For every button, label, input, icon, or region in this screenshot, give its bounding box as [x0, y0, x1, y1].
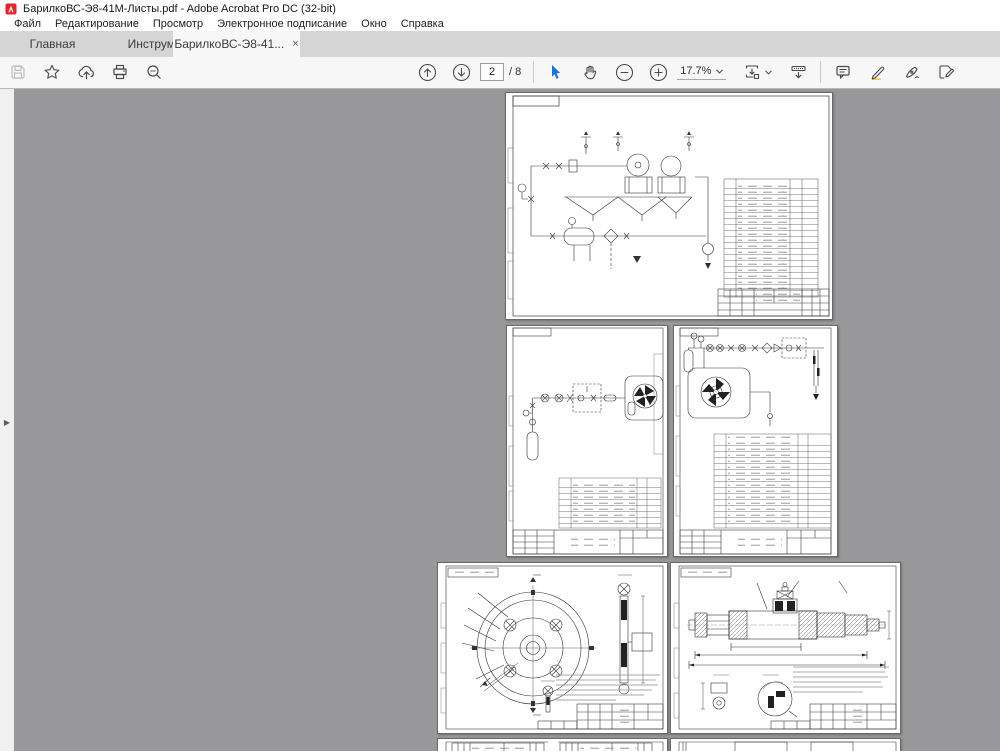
chevron-down-icon — [716, 69, 723, 74]
select-cursor-icon — [547, 63, 565, 81]
sign-button[interactable] — [901, 62, 921, 82]
pdf-page-2 — [505, 92, 833, 320]
pdf-page-3 — [506, 325, 668, 557]
page-fit-icon — [743, 63, 761, 81]
menubar: Файл Редактирование Просмотр Электронное… — [0, 17, 1000, 31]
cloud-upload-icon — [77, 63, 96, 81]
toolbar-divider — [820, 61, 821, 83]
toolbar-divider — [533, 61, 534, 83]
zoom-level-value: 17.7% — [680, 65, 711, 77]
edit-pdf-button[interactable] — [935, 62, 955, 82]
window-titlebar: БарилкоВС-Э8-41М-Листы.pdf - Adobe Acrob… — [0, 0, 1000, 17]
window-title: БарилкоВС-Э8-41М-Листы.pdf - Adobe Acrob… — [23, 3, 336, 15]
zoom-in-button[interactable] — [648, 62, 668, 82]
plus-circle-icon — [649, 63, 668, 82]
tab-home[interactable]: Главная — [0, 37, 105, 51]
search-icon — [145, 63, 163, 81]
engineering-drawing-shaft — [671, 563, 900, 733]
print-button[interactable] — [110, 62, 130, 82]
pdf-page-6 — [670, 562, 901, 734]
favorite-star-button[interactable] — [42, 62, 62, 82]
zoom-out-button[interactable] — [614, 62, 634, 82]
engineering-drawing-disc — [438, 563, 667, 733]
menu-help[interactable]: Справка — [394, 18, 451, 30]
main-toolbar: / 8 — [0, 57, 1000, 89]
save-icon — [9, 63, 27, 81]
page-total-label: / 8 — [509, 66, 521, 78]
comment-button[interactable] — [833, 62, 853, 82]
menu-edit[interactable]: Редактирование — [48, 18, 146, 30]
expand-navigation-pane-button[interactable]: ▶ — [2, 417, 12, 429]
share-upload-button[interactable] — [76, 62, 96, 82]
highlighter-pen-icon — [868, 63, 886, 81]
select-tool-button[interactable] — [546, 62, 566, 82]
menu-view[interactable]: Просмотр — [146, 18, 210, 30]
hand-icon — [581, 63, 599, 81]
engineering-drawing-scheme-3 — [674, 326, 837, 556]
minus-circle-icon — [615, 63, 634, 82]
engineering-drawing-scheme-2 — [507, 326, 667, 556]
pdf-page-8 — [670, 738, 901, 751]
engineering-drawing-scheme-1 — [506, 93, 832, 319]
tab-document[interactable]: БарилкоВС-Э8-41... × — [173, 31, 300, 57]
menu-window[interactable]: Окно — [354, 18, 394, 30]
printer-icon — [111, 63, 129, 81]
comment-bubble-icon — [834, 63, 852, 81]
hand-tool-button[interactable] — [580, 62, 600, 82]
pdf-page-4 — [673, 325, 838, 557]
document-viewport[interactable]: ▶ — [0, 89, 1000, 751]
save-button[interactable] — [8, 62, 28, 82]
next-page-button[interactable] — [451, 62, 471, 82]
star-icon — [43, 63, 61, 81]
specification-sheet-top — [438, 739, 667, 751]
pdf-page-5 — [437, 562, 668, 734]
tab-close-icon[interactable]: × — [292, 39, 298, 50]
drawing-sheet-top — [671, 739, 900, 751]
pdf-page-7 — [437, 738, 668, 751]
page-number-input[interactable] — [480, 63, 504, 81]
arrow-down-circle-icon — [452, 63, 471, 82]
acrobat-pdf-icon — [5, 3, 17, 15]
edit-page-icon — [936, 63, 955, 81]
zoom-level-dropdown[interactable]: 17.7% — [677, 64, 726, 80]
tab-document-label: БарилкоВС-Э8-41... — [174, 37, 284, 51]
menu-esign[interactable]: Электронное подписание — [210, 18, 354, 30]
fountain-pen-icon — [902, 63, 921, 81]
tabbar: Главная Инструменты БарилкоВС-Э8-41... × — [0, 31, 1000, 57]
previous-page-button[interactable] — [417, 62, 437, 82]
arrow-up-circle-icon — [418, 63, 437, 82]
chevron-down-icon[interactable] — [765, 70, 772, 75]
navigation-pane-rail: ▶ — [0, 89, 14, 751]
highlight-button[interactable] — [867, 62, 887, 82]
menu-file[interactable]: Файл — [7, 18, 48, 30]
scroll-mode-button[interactable] — [788, 62, 808, 82]
scroll-mode-icon — [789, 63, 808, 81]
search-button[interactable] — [144, 62, 164, 82]
page-fit-button[interactable] — [742, 62, 762, 82]
